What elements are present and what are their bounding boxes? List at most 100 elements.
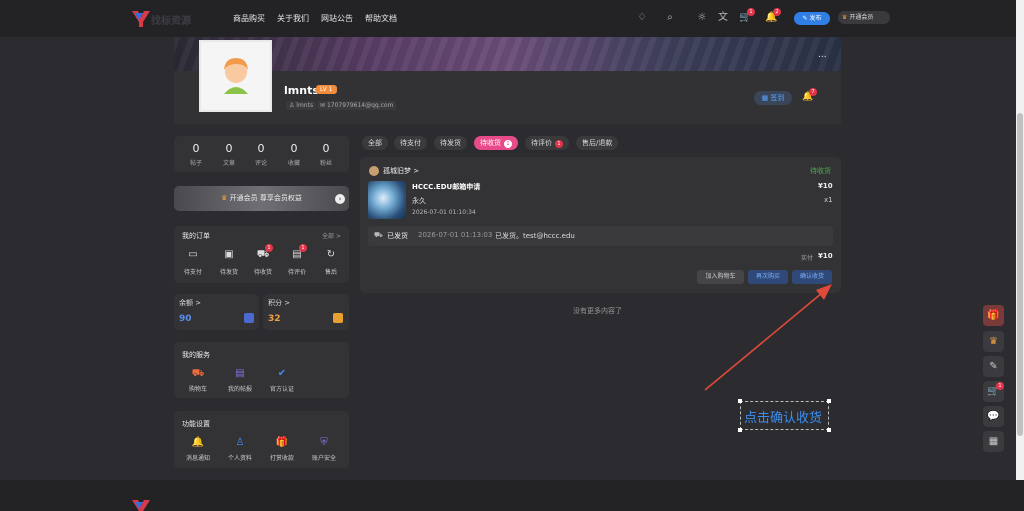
product-price: ¥10	[818, 182, 833, 190]
balance-label: 余额 >	[179, 299, 202, 307]
side-cart-icon[interactable]: 🛒 1	[983, 381, 1004, 402]
username-title: lmnts	[284, 84, 319, 97]
notification-bell-icon[interactable]: 🔔	[191, 436, 205, 450]
translate-icon[interactable]: 文	[717, 12, 729, 24]
order-date: 2026-07-01 01:10:34	[412, 209, 476, 216]
side-wechat-icon[interactable]: 💬	[983, 406, 1004, 427]
product-thumbnail[interactable]	[368, 181, 406, 219]
truck-icon: ⛟	[374, 231, 383, 239]
service-report-label[interactable]: 我的帖报	[220, 384, 260, 393]
bell-icon[interactable]: 🔔 2	[765, 8, 781, 24]
setting-profile-label[interactable]: 个人资料	[220, 453, 260, 462]
side-qrcode-icon[interactable]: ▦	[983, 431, 1004, 452]
ship-time: 2026-07-01 01:13:03	[418, 231, 493, 239]
tab-4[interactable]: 待评价 1	[525, 136, 569, 150]
footer-logo	[130, 497, 194, 511]
stat-label[interactable]: 粉丝	[312, 158, 340, 167]
vip-button[interactable]: ♛ 开通会员	[838, 11, 890, 24]
site-logo[interactable]: 找标资源	[130, 8, 194, 28]
scrollbar-thumb[interactable]	[1017, 113, 1023, 436]
stat-value[interactable]: 0	[312, 142, 340, 155]
side-cart-badge: 1	[996, 382, 1004, 390]
theme-toggle-icon[interactable]: ☼	[696, 12, 708, 24]
user-email: ✉ 1707979614@qq.com	[317, 101, 397, 110]
package-icon[interactable]: ▣	[222, 248, 236, 262]
tab-1[interactable]: 待支付	[394, 136, 427, 150]
vip-crown-icon: ♛	[221, 194, 228, 202]
review-icon[interactable]: ▤ 1	[290, 244, 307, 262]
stat-label[interactable]: 文章	[215, 158, 243, 167]
stat-label[interactable]: 评论	[247, 158, 275, 167]
cart-badge: 1	[747, 8, 755, 16]
verified-icon[interactable]: ✔	[275, 367, 289, 381]
order-status: 待收货	[810, 167, 831, 175]
profile-bell-badge: 7	[809, 88, 817, 96]
profile-bell-icon[interactable]: 🔔 7	[802, 88, 817, 104]
nav-item-buy[interactable]: 商品购买	[233, 13, 265, 24]
vip-promo-banner[interactable]: ♛ 开通会员 尊享会员权益	[174, 186, 349, 211]
tab-2[interactable]: 待发货	[434, 136, 467, 150]
tab-3[interactable]: 待收货 1	[474, 136, 518, 150]
order-item-label[interactable]: 售后	[311, 267, 351, 276]
tab-badge: 1	[504, 140, 512, 148]
arrow-right-icon[interactable]: ›	[335, 194, 345, 204]
cart-icon[interactable]: 🛒 1	[739, 8, 755, 24]
order-badge: 1	[299, 244, 307, 252]
more-icon[interactable]: ...	[818, 50, 827, 60]
shopping-cart-icon[interactable]: ⛟	[191, 367, 205, 381]
crown-icon: ♛	[842, 14, 848, 21]
coins-icon	[333, 313, 343, 323]
ship-status: 已发货	[387, 232, 408, 240]
stat-label[interactable]: 收藏	[280, 158, 308, 167]
side-crown-icon[interactable]: ♛	[983, 331, 1004, 352]
tab-0[interactable]: 全部	[362, 136, 388, 150]
logo-text: 找标资源	[151, 16, 191, 27]
profile-icon[interactable]: ♙	[233, 436, 247, 450]
stat-label[interactable]: 帖子	[182, 158, 210, 167]
nav-item-about[interactable]: 关于我们	[277, 13, 309, 24]
stat-value[interactable]: 0	[215, 142, 243, 155]
tab-label: 全部	[368, 139, 382, 147]
seller-name[interactable]: 孤城旧梦 >	[383, 166, 419, 176]
stat-value[interactable]: 0	[182, 142, 210, 155]
product-name[interactable]: HCCC.EDU邮箱申请	[412, 182, 480, 192]
delivery-icon[interactable]: ⛟ 1	[256, 244, 273, 262]
checkin-button[interactable]: ▦ 签到	[754, 91, 792, 105]
tab-label: 待发货	[440, 139, 461, 147]
services-title: 我的服务	[182, 351, 210, 359]
tab-label: 售后/退款	[582, 139, 613, 147]
nav-item-announcement[interactable]: 网站公告	[321, 13, 353, 24]
shield-icon[interactable]: ⛨	[317, 436, 331, 450]
nav-item-help[interactable]: 帮助文档	[365, 13, 397, 24]
setting-notify-label[interactable]: 消息通知	[178, 453, 218, 462]
setting-security-label[interactable]: 账户安全	[304, 453, 344, 462]
service-cart-label[interactable]: 购物车	[178, 384, 218, 393]
service-verify-label[interactable]: 官方认证	[262, 384, 302, 393]
report-icon[interactable]: ▤	[233, 367, 247, 381]
wallet-outline-icon[interactable]: ▭	[186, 248, 200, 262]
bell-badge: 2	[773, 8, 781, 16]
side-edit-icon[interactable]: ✎	[983, 356, 1004, 377]
balance-value: 90	[179, 314, 192, 324]
order-item-label[interactable]: 待支付	[173, 267, 213, 276]
footer-logo-icon	[132, 500, 150, 511]
profile-card	[174, 71, 841, 124]
avatar[interactable]	[199, 40, 272, 112]
gift-icon[interactable]: 🎁	[275, 436, 289, 450]
product-spec: 永久	[412, 197, 426, 205]
lightbulb-icon[interactable]: ♢	[636, 12, 648, 24]
aftersale-icon[interactable]: ↻	[324, 248, 338, 262]
side-gift-icon[interactable]: 🎁	[983, 305, 1004, 326]
level-badge: LV 1	[316, 85, 337, 94]
annotation-handle	[827, 399, 831, 403]
settings-title: 功能设置	[182, 420, 210, 428]
setting-tip-label[interactable]: 打赏收款	[262, 453, 302, 462]
orders-all-link[interactable]: 全部 >	[322, 231, 341, 240]
tab-label: 待支付	[400, 139, 421, 147]
publish-button[interactable]: ✎ 发布	[794, 12, 830, 25]
tab-5[interactable]: 售后/退款	[576, 136, 619, 150]
stat-value[interactable]: 0	[280, 142, 308, 155]
search-icon[interactable]: ⌕	[664, 12, 676, 24]
no-more-text: 没有更多内容了	[573, 307, 622, 315]
stat-value[interactable]: 0	[247, 142, 275, 155]
